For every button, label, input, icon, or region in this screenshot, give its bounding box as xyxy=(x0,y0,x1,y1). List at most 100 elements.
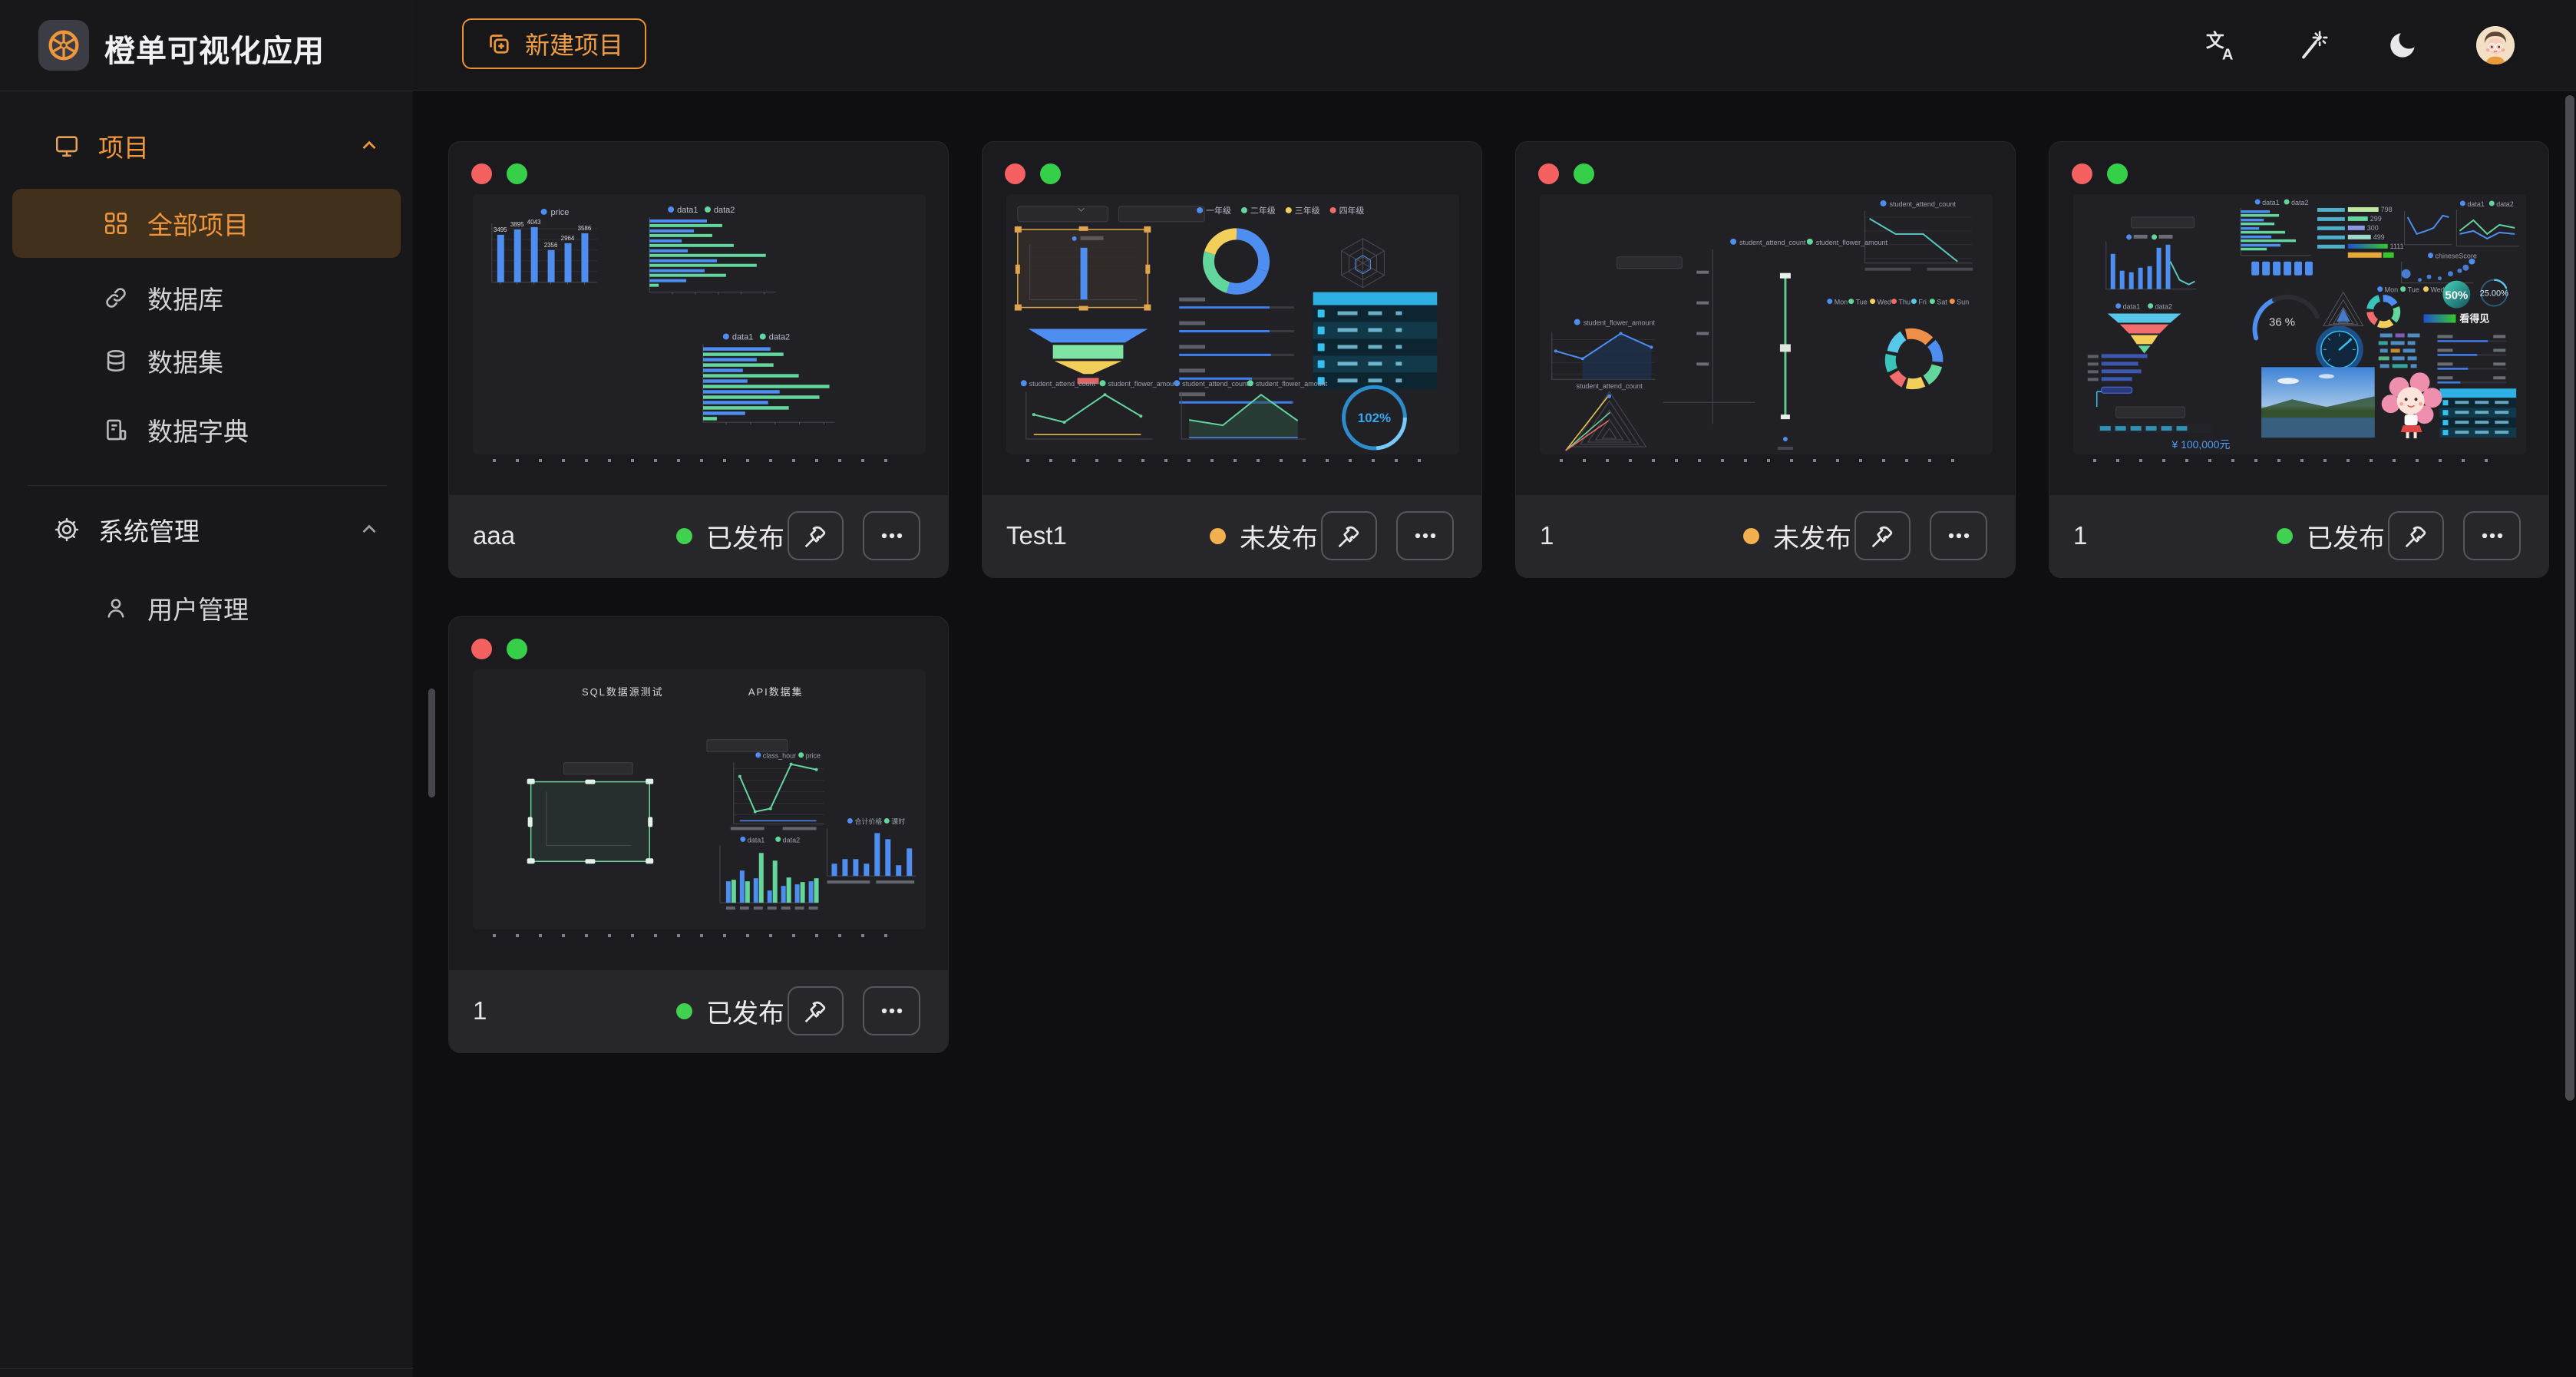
project-name: 1 xyxy=(473,996,487,1025)
mini-hbar-chart: data1 data2 xyxy=(649,206,776,295)
svg-text:student_flower_amount: student_flower_amount xyxy=(1816,239,1888,246)
edit-project-button[interactable] xyxy=(788,986,844,1035)
status-badge: 已发布 xyxy=(676,970,784,1052)
svg-text:student_flower_amou: student_flower_amou xyxy=(1108,380,1174,388)
dark-mode-moon-icon[interactable] xyxy=(2386,28,2419,62)
avatar-illustration xyxy=(2476,26,2515,64)
mini-gauge: 102% xyxy=(1344,387,1405,448)
more-actions-button[interactable] xyxy=(2463,511,2521,560)
hammer-icon xyxy=(2401,520,2432,551)
edit-project-button[interactable] xyxy=(2388,511,2444,560)
sidebar-item-dataset[interactable]: 数据集 xyxy=(0,333,413,388)
svg-text:data2: data2 xyxy=(2291,199,2308,206)
svg-text:50%: 50% xyxy=(2445,289,2468,302)
edit-project-button[interactable] xyxy=(1321,511,1377,560)
mini-hbar-chart-2: data1 data2 xyxy=(703,332,834,424)
status-label: 未发布 xyxy=(1773,517,1851,555)
sidebar-item-label: 全部项目 xyxy=(147,205,249,242)
status-badge: 未发布 xyxy=(1210,495,1318,577)
project-name: 1 xyxy=(2073,521,2087,550)
sidebar-item-user-management[interactable]: 用户管理 xyxy=(0,580,413,636)
main-scrollbar-thumb[interactable] xyxy=(2565,95,2574,1101)
project-card[interactable]: student_attend_count student_attend_coun… xyxy=(1515,141,2016,578)
sidebar-item-all-projects[interactable]: 全部项目 xyxy=(0,189,413,258)
svg-text:36 %: 36 % xyxy=(2269,315,2295,329)
svg-text:Thu: Thu xyxy=(1898,299,1910,306)
mini-dropdowns xyxy=(1018,206,1204,222)
card-footer: Test1 未发布 xyxy=(983,495,1481,577)
dashboard-thumbnail[interactable]: 一年级 二年级 三年级 四年级 xyxy=(1006,194,1459,454)
svg-text:Mon: Mon xyxy=(2385,286,2398,294)
edit-project-button[interactable] xyxy=(1854,511,1911,560)
svg-text:student_attend_count: student_attend_count xyxy=(1576,382,1643,390)
svg-text:25.00%: 25.00% xyxy=(2480,289,2508,299)
sidebar-group-system[interactable]: 系统管理 xyxy=(0,502,413,557)
language-icon[interactable]: 文 A xyxy=(2204,28,2238,62)
mini-mascot xyxy=(2382,372,2442,438)
svg-text:798: 798 xyxy=(2381,206,2393,213)
svg-text:class_hour: class_hour xyxy=(763,752,796,760)
sidebar-item-label: 数据集 xyxy=(147,342,223,379)
mini-gradient-bar: 看得见 xyxy=(2424,313,2490,325)
svg-text:data2: data2 xyxy=(783,836,800,844)
svg-text:Wed: Wed xyxy=(1878,299,1891,306)
sql-source-title: SQL数据源测试 xyxy=(582,686,664,698)
status-dot xyxy=(1210,528,1226,544)
topbar-actions: 文 A xyxy=(2204,0,2515,91)
mini-dropdown xyxy=(707,740,788,752)
project-card[interactable]: 一年级 二年级 三年级 四年级 xyxy=(982,141,1482,578)
sidebar-item-database[interactable]: 数据库 xyxy=(0,270,413,325)
mini-speedometer xyxy=(2316,325,2363,373)
svg-text:data2: data2 xyxy=(2496,200,2513,208)
hammer-icon xyxy=(801,996,831,1026)
dashboard-thumbnail[interactable]: price 3495 3895 4043 2356 2964 3586 xyxy=(473,194,926,454)
hammer-icon xyxy=(1334,520,1365,551)
red-indicator-dot xyxy=(471,163,492,184)
more-actions-button[interactable] xyxy=(863,511,920,560)
sidebar-group-projects[interactable]: 项目 xyxy=(0,118,413,173)
dashboard-thumbnail[interactable]: student_attend_count student_attend_coun… xyxy=(1540,194,1993,454)
more-actions-button[interactable] xyxy=(863,986,920,1035)
mini-scatter-chart: student_attend_count student_flower_amou… xyxy=(1663,239,1887,450)
sidebar-item-data-dictionary[interactable]: 数据字典 xyxy=(0,402,413,457)
magic-wand-icon[interactable] xyxy=(2295,28,2329,62)
more-actions-button[interactable] xyxy=(1930,511,1987,560)
svg-text:四年级: 四年级 xyxy=(1339,205,1365,216)
svg-text:student_attend_count: student_attend_count xyxy=(1739,239,1806,246)
mini-selected-empty-chart xyxy=(527,779,654,864)
card-footer: 1 已发布 xyxy=(449,970,948,1052)
svg-text:price: price xyxy=(806,752,821,760)
project-card[interactable]: SQL数据源测试 API数据集 class_hour price xyxy=(448,616,949,1053)
link-icon xyxy=(103,285,129,311)
project-card[interactable]: data1 data2 798 299 3 xyxy=(2049,141,2549,578)
thumbnail-dots-strip xyxy=(1026,459,1439,462)
card-footer: 1 未发布 xyxy=(1516,495,2015,577)
sidebar-item-label: 用户管理 xyxy=(147,589,249,626)
mini-line-chart-left: student_flower_amount xyxy=(1552,319,1656,379)
database-icon xyxy=(103,348,129,374)
svg-text:data1: data1 xyxy=(732,332,753,342)
svg-text:3586: 3586 xyxy=(578,225,592,232)
project-card[interactable]: price 3495 3895 4043 2356 2964 3586 xyxy=(448,141,949,578)
user-avatar[interactable] xyxy=(2476,26,2515,64)
edit-project-button[interactable] xyxy=(788,511,844,560)
app-logo xyxy=(38,20,89,71)
sidebar-scrollbar-thumb[interactable] xyxy=(428,688,435,797)
project-name: Test1 xyxy=(1006,521,1067,550)
new-project-button[interactable]: 新建项目 xyxy=(462,18,646,69)
green-indicator-dot xyxy=(507,163,527,184)
api-dataset-title: API数据集 xyxy=(748,686,804,698)
red-indicator-dot xyxy=(2072,163,2092,184)
mini-line-small-2: data1 data2 xyxy=(2456,200,2519,246)
topbar: 新建项目 文 A xyxy=(413,0,2576,91)
dashboard-thumbnail[interactable]: data1 data2 798 299 3 xyxy=(2073,194,2526,454)
chevron-up-icon xyxy=(358,518,381,541)
mini-combo-chart xyxy=(2106,217,2197,289)
dashboard-thumbnail[interactable]: SQL数据源测试 API数据集 class_hour price xyxy=(473,669,926,930)
mini-bar-chart: price 3495 3895 4043 2356 2964 3586 xyxy=(492,208,598,285)
mini-triangle-radar: student_attend_count xyxy=(1566,382,1646,451)
svg-text:chineseScore: chineseScore xyxy=(2435,253,2476,260)
svg-text:data2: data2 xyxy=(769,332,790,342)
more-actions-button[interactable] xyxy=(1396,511,1454,560)
ellipsis-icon xyxy=(1944,520,1974,551)
